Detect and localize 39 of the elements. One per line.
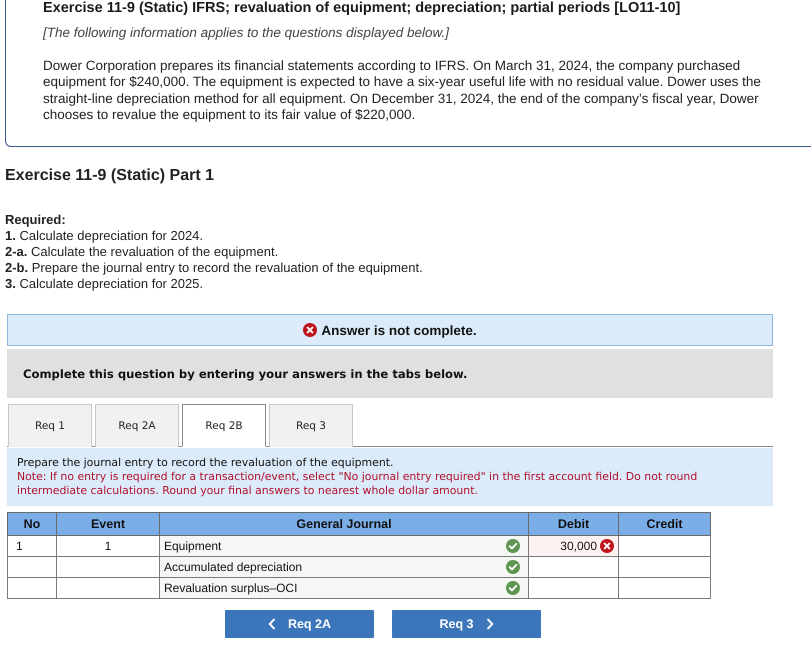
account-cell[interactable]: Accumulated depreciation bbox=[160, 556, 528, 578]
event-cell: 1 bbox=[56, 536, 160, 556]
part-heading: Exercise 11-9 (Static) Part 1 bbox=[5, 166, 216, 186]
previous-button[interactable]: Req 2A bbox=[225, 610, 374, 638]
requirement-text: 2-a. Calculate the revaluation of the equipment. bbox=[5, 244, 280, 260]
note-text: Note: If no entry is required for a transaction/event, select "No journal entry required" in the first account field. Do not round intermediate calculations. Round your final answers to nearest whole dollar amount. bbox=[17, 470, 698, 498]
prompt-text: Prepare the journal entry to record the revaluation of the equipment. bbox=[17, 456, 394, 470]
entry-number-cell bbox=[8, 556, 56, 578]
column-header: Debit bbox=[528, 512, 618, 536]
debit-cell[interactable]: 30,000 bbox=[528, 536, 618, 556]
tab[interactable]: Req 2A bbox=[95, 404, 179, 447]
requirement-text: 2-b. Prepare the journal entry to record the revaluation of the equipment. bbox=[5, 260, 424, 276]
entry-number-cell bbox=[8, 578, 56, 598]
column-header: Credit bbox=[618, 512, 710, 536]
tab[interactable]: Req 2B bbox=[182, 404, 266, 447]
credit-cell[interactable] bbox=[618, 556, 710, 578]
next-button[interactable]: Req 3 bbox=[392, 610, 541, 638]
intro-note: [The following information applies to the questions displayed below.] bbox=[43, 25, 450, 41]
entry-number-cell: 1 bbox=[8, 536, 56, 556]
problem-text: Dower Corporation prepares its financial statements according to IFRS. On March 31, 2024, the company purchased equipment for $240,000. The equipment is expected to have a six-year useful life with no residual value. Dower uses the straight-line depreciation method for all equipment. On December 31, 2024, the end of the company’s fiscal year, Dower chooses to revalue the equipment to its fair value of $220,000. bbox=[43, 58, 762, 124]
debit-cell[interactable] bbox=[528, 578, 618, 598]
column-header: General Journal bbox=[160, 512, 528, 536]
required-label: Required: bbox=[5, 212, 67, 228]
account-cell[interactable]: Revaluation surplus–OCI bbox=[160, 578, 528, 598]
column-header: Event bbox=[56, 512, 160, 536]
chevron-left-icon bbox=[268, 618, 276, 630]
chevron-right-icon bbox=[486, 618, 494, 630]
tab[interactable]: Req 3 bbox=[269, 404, 353, 447]
requirement-text: 1. Calculate depreciation for 2024. bbox=[5, 228, 204, 244]
tab[interactable]: Req 1 bbox=[8, 404, 92, 447]
debit-cell[interactable] bbox=[528, 556, 618, 578]
account-cell[interactable]: Equipment bbox=[160, 536, 528, 556]
exercise-title: Exercise 11-9 (Static) IFRS; revaluation of equipment; depreciation; partial periods [LO11-10] bbox=[43, 0, 682, 16]
column-header: No bbox=[8, 512, 56, 536]
status-message: Answer is not complete. bbox=[321, 322, 477, 338]
credit-cell[interactable] bbox=[618, 536, 710, 556]
requirement-text: 3. Calculate depreciation for 2025. bbox=[5, 276, 204, 292]
credit-cell[interactable] bbox=[618, 578, 710, 598]
instruction-text: Complete this question by entering your answers in the tabs below. bbox=[23, 366, 468, 380]
